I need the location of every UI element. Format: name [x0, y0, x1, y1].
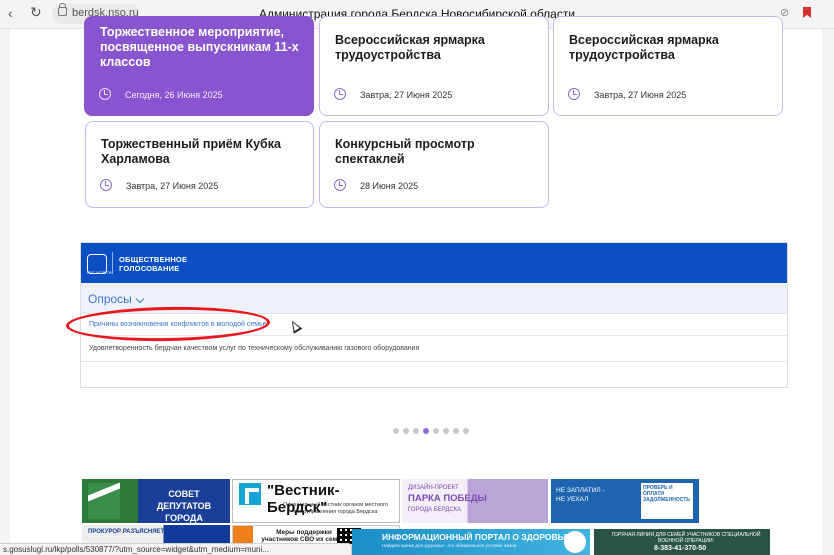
carousel-dot[interactable] [403, 428, 409, 434]
medal-icon [564, 531, 586, 553]
carousel-dot[interactable] [423, 428, 429, 434]
widget-title-line1: ОБЩЕСТВЕННОЕ [119, 255, 188, 264]
widget-title: ОБЩЕСТВЕННОЕ ГОЛОСОВАНИЕ [119, 255, 187, 273]
event-date: Завтра, 27 Июня 2025 [594, 90, 687, 100]
health-portal-banner[interactable]: ИНФОРМАЦИОННЫЙ ПОРТАЛ О ЗДОРОВЬЕ Найдите… [352, 529, 590, 555]
vestnik-subtitle: Официальный вестник органов местного сам… [283, 502, 388, 515]
carousel-pagination [393, 421, 473, 434]
polls-dropdown-label[interactable]: Опросы [88, 292, 132, 306]
chevron-down-icon[interactable] [135, 294, 145, 304]
event-date: Завтра, 27 Июня 2025 [360, 90, 453, 100]
event-card[interactable]: Торжественный приём Кубка Харламова Завт… [85, 121, 314, 208]
poll-link[interactable]: Удовлетворенность бердчан качеством услу… [89, 345, 419, 352]
widget-header: ГОС УСЛУГИ ОБЩЕСТВЕННОЕ ГОЛОСОВАНИЕ [81, 243, 787, 283]
event-card[interactable]: Всероссийская ярмарка трудоустройства За… [319, 16, 549, 116]
mic-icon[interactable]: ⊘ [780, 6, 789, 19]
park-line1: ДИЗАЙН-ПРОЕКТ [408, 485, 459, 491]
debt-info-box: ПРОВЕРЬ И ОПЛАТИ ЗАДОЛЖЕННОСТЬ [641, 483, 693, 519]
health-portal-subtitle: Найдите время для здоровья - это обязате… [382, 543, 517, 548]
city-emblem-icon [88, 483, 120, 519]
prosecutor-text: ПРОКУРОР РАЗЪЯСНЯЕТ [88, 529, 165, 535]
debt-slogan-2: НЕ УЕХАЛ [556, 496, 589, 503]
vestnik-logo-icon [239, 483, 261, 505]
debt-slogan-1: НЕ ЗАПЛАТИЛ - [556, 487, 605, 494]
park-design-banner[interactable]: ДИЗАЙН-ПРОЕКТ ПАРКА ПОБЕДЫ ГОРОДА БЕРДСК… [402, 479, 548, 523]
event-date: Завтра, 27 Июня 2025 [126, 181, 219, 191]
carousel-dot[interactable] [453, 428, 459, 434]
clock-icon [568, 88, 580, 100]
hotline-phone: 8-383-41-370-50 [654, 545, 707, 552]
clock-icon [334, 88, 346, 100]
hotline-text: ГОРЯЧАЯ ЛИНИЯ ДЛЯ СЕМЕЙ УЧАСТНИКОВ СПЕЦИ… [611, 532, 761, 544]
park-line2: ПАРКА ПОБЕДЫ [408, 493, 487, 504]
clock-icon [334, 179, 346, 191]
right-gutter [822, 29, 834, 555]
debt-title: ПРОВЕРЬ И ОПЛАТИ ЗАДОЛЖЕННОСТЬ [643, 485, 690, 503]
event-card[interactable]: Торжественное мероприятие, посвященное в… [84, 16, 314, 116]
event-card[interactable]: Всероссийская ярмарка трудоустройства За… [553, 16, 783, 116]
debt-payment-banner[interactable]: НЕ ЗАПЛАТИЛ - НЕ УЕХАЛ ПРОВЕРЬ И ОПЛАТИ … [551, 479, 699, 523]
carousel-dot[interactable] [393, 428, 399, 434]
park-line3: ГОРОДА БЕРДСКА [408, 507, 462, 513]
event-date: 28 Июня 2025 [360, 181, 419, 191]
divider [81, 361, 787, 362]
widget-title-line2: ГОЛОСОВАНИЕ [119, 264, 180, 273]
event-title: Всероссийская ярмарка трудоустройства [569, 33, 719, 62]
event-title: Торжественный приём Кубка Харламова [101, 137, 281, 166]
event-title: Всероссийская ярмарка трудоустройства [335, 33, 485, 62]
gosuslugi-logo-text: ГОС УСЛУГИ [87, 270, 112, 275]
left-gutter [0, 29, 10, 555]
header-divider [112, 252, 113, 274]
link-status-bar: s.gosuslugi.ru/lkp/polls/530877/?utm_sou… [0, 543, 352, 555]
clock-icon [99, 88, 111, 100]
carousel-dot[interactable] [463, 428, 469, 434]
carousel-dot[interactable] [433, 428, 439, 434]
health-portal-title: ИНФОРМАЦИОННЫЙ ПОРТАЛ О ЗДОРОВЬЕ [382, 532, 570, 542]
event-card[interactable]: Конкурсный просмотр спектаклей 28 Июня 2… [319, 121, 549, 208]
event-date: Сегодня, 26 Июня 2025 [125, 90, 223, 100]
carousel-dot[interactable] [413, 428, 419, 434]
clock-icon [100, 179, 112, 191]
vestnik-banner[interactable]: "Вестник-Бердск" Официальный вестник орг… [232, 479, 400, 523]
carousel-dot[interactable] [443, 428, 449, 434]
event-title: Торжественное мероприятие, посвященное в… [100, 25, 299, 69]
council-banner-text: СОВЕТ ДЕПУТАТОВ ГОРОДА БЕРДСКА [156, 489, 212, 523]
event-title: Конкурсный просмотр спектаклей [335, 137, 475, 166]
svo-hotline-banner[interactable]: ГОРЯЧАЯ ЛИНИЯ ДЛЯ СЕМЕЙ УЧАСТНИКОВ СПЕЦИ… [594, 529, 770, 555]
council-banner[interactable]: СОВЕТ ДЕПУТАТОВ ГОРОДА БЕРДСКА [82, 479, 230, 523]
